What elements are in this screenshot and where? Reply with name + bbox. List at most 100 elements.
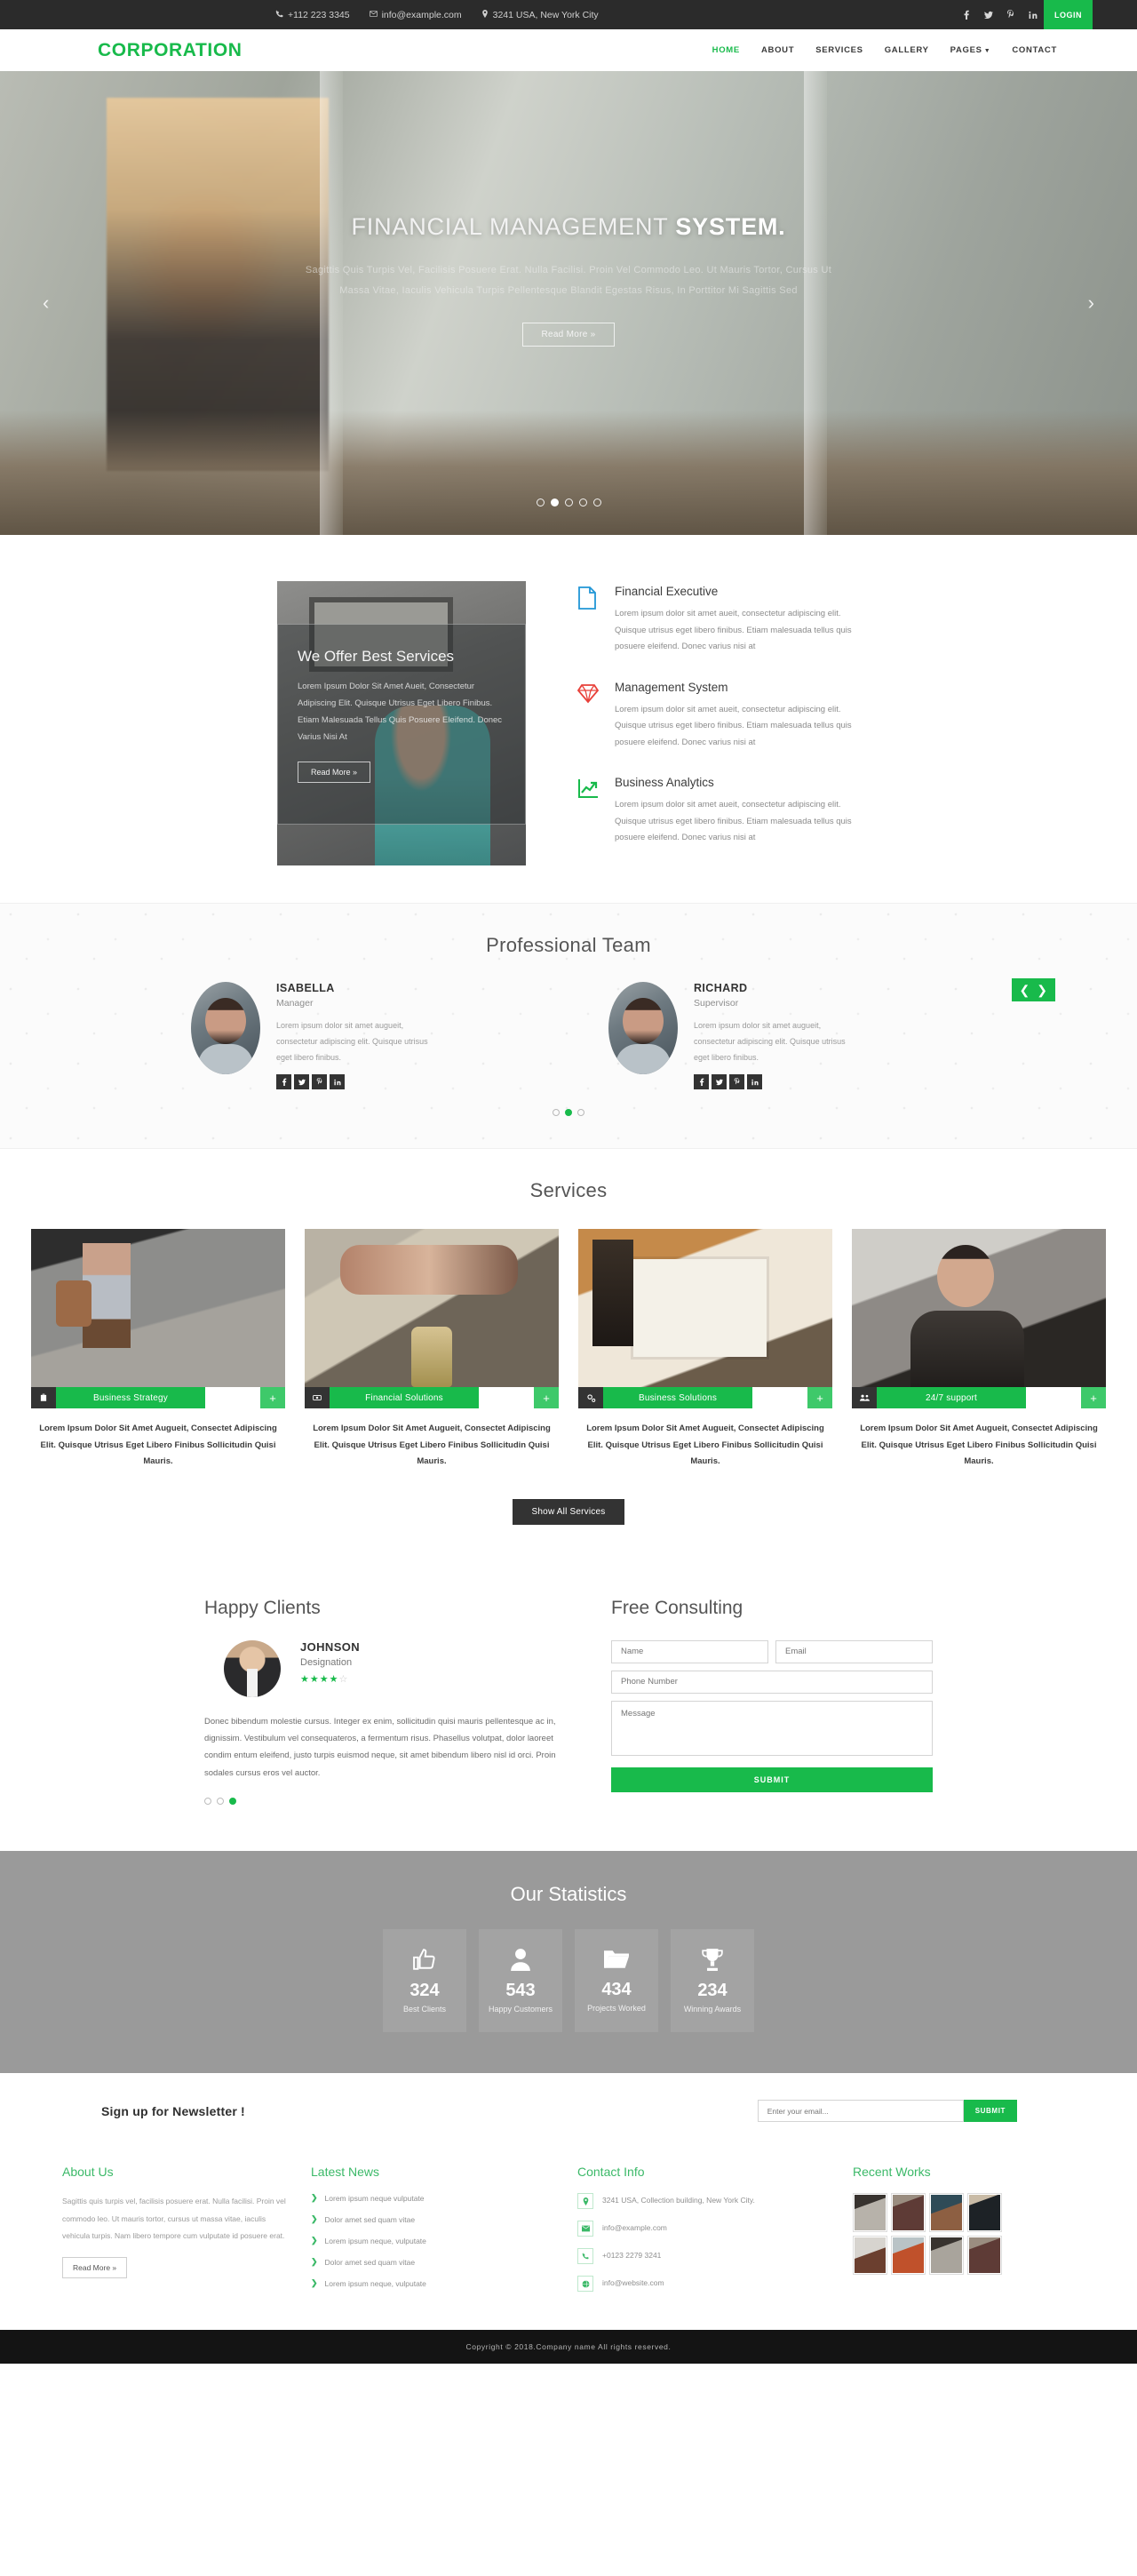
login-button[interactable]: LOGIN xyxy=(1044,0,1093,29)
footer-about-heading: About Us xyxy=(62,2165,114,2180)
service-label[interactable]: Business Strategy xyxy=(56,1387,205,1408)
service-expand-button[interactable]: + xyxy=(534,1387,559,1408)
list-item[interactable]: ❯ Lorem ipsum neque, vulputate xyxy=(311,2236,560,2245)
avatar xyxy=(191,982,260,1074)
email-field[interactable] xyxy=(775,1639,933,1663)
work-thumbnail[interactable] xyxy=(891,2236,926,2276)
newsletter-submit-button[interactable]: SUBMIT xyxy=(963,2100,1017,2123)
service-expand-button[interactable]: + xyxy=(1081,1387,1106,1408)
hero-prev-arrow[interactable]: ‹ xyxy=(43,291,49,315)
stat-label: Happy Customers xyxy=(488,2005,553,2014)
footer-news-list: ❯ Lorem ipsum neque vulputate ❯ Dolor amet… xyxy=(311,2193,560,2288)
work-thumbnail[interactable] xyxy=(891,2193,926,2233)
client-dot-3[interactable] xyxy=(229,1798,236,1806)
nav-item-services[interactable]: SERVICES xyxy=(815,45,863,55)
team-next-arrow[interactable]: ❯ xyxy=(1037,984,1047,996)
list-item[interactable]: info@website.com xyxy=(577,2276,835,2293)
service-desc: Lorem Ipsum Dolor Sit Amet Augueit, Cons… xyxy=(586,1424,824,1467)
client-dot-1[interactable] xyxy=(204,1798,211,1806)
top-bar: +112 223 3345 info@example.com 3241 USA,… xyxy=(0,0,1137,29)
hero-dot-1[interactable] xyxy=(536,498,545,506)
hero-dot-3[interactable] xyxy=(564,498,573,506)
topbar-phone[interactable]: +112 223 3345 xyxy=(275,10,350,20)
facebook-icon[interactable] xyxy=(276,1074,291,1089)
service-bar-gap xyxy=(752,1387,807,1408)
client-rating: ★★★★☆ xyxy=(300,1673,349,1685)
services-title: Services xyxy=(529,1179,608,1201)
team-dot-2[interactable] xyxy=(565,1109,572,1116)
pinterest-icon[interactable] xyxy=(312,1074,327,1089)
hero-dot-4[interactable] xyxy=(578,498,587,506)
pinterest-icon[interactable] xyxy=(999,0,1022,29)
team-dot-1[interactable] xyxy=(553,1109,560,1116)
site-logo[interactable]: CORPORATION xyxy=(44,40,243,61)
list-item[interactable]: ❯ Dolor amet sed quam vitae xyxy=(311,2214,560,2224)
service-expand-button[interactable]: + xyxy=(260,1387,285,1408)
list-item[interactable]: info@example.com xyxy=(577,2221,835,2237)
team-dot-3[interactable] xyxy=(577,1109,584,1116)
work-thumbnail[interactable] xyxy=(853,2193,887,2233)
clients-dots xyxy=(204,1798,560,1806)
message-field[interactable] xyxy=(611,1700,933,1756)
facebook-icon[interactable] xyxy=(694,1074,709,1089)
service-desc: Lorem Ipsum Dolor Sit Amet Augueit, Cons… xyxy=(39,1424,277,1467)
list-item[interactable]: ❯ Dolor amet sed quam vitae xyxy=(311,2257,560,2267)
linkedin-icon[interactable] xyxy=(747,1074,762,1089)
offer-read-more-button[interactable]: Read More » xyxy=(298,762,371,783)
pinterest-icon[interactable] xyxy=(729,1074,744,1089)
consulting-submit-button[interactable]: SUBMIT xyxy=(611,1767,933,1792)
team-prev-arrow[interactable]: ❮ xyxy=(1020,984,1030,996)
happy-clients-block: Happy Clients JOHNSON Designation ★★★★☆ … xyxy=(204,1598,560,1806)
facebook-icon[interactable] xyxy=(955,0,977,29)
work-thumbnail[interactable] xyxy=(967,2236,1002,2276)
footer-read-more-button[interactable]: Read More » xyxy=(62,2256,128,2278)
recent-works-grid xyxy=(853,2193,1075,2276)
nav-item-pages[interactable]: PAGES ▼ xyxy=(950,45,991,55)
work-thumbnail[interactable] xyxy=(967,2193,1002,2233)
service-label[interactable]: Financial Solutions xyxy=(330,1387,479,1408)
feature-text: Lorem ipsum dolor sit amet aueit, consec… xyxy=(615,704,852,747)
work-thumbnail[interactable] xyxy=(929,2236,964,2276)
chevron-right-icon: ❯ xyxy=(311,2236,318,2245)
service-expand-button[interactable]: + xyxy=(807,1387,832,1408)
twitter-icon[interactable] xyxy=(712,1074,727,1089)
nav-menu: HOME ABOUT SERVICES GALLERY PAGES ▼ CONTA… xyxy=(712,45,1093,55)
newsletter-email-input[interactable] xyxy=(757,2100,964,2123)
briefcase-icon xyxy=(31,1387,56,1408)
team-member: ISABELLA Manager Lorem ipsum dolor sit a… xyxy=(191,982,529,1089)
service-label[interactable]: Business Solutions xyxy=(603,1387,752,1408)
footer-phone: +0123 2279 3241 xyxy=(602,2251,662,2261)
hero-dots xyxy=(0,498,1137,506)
hero-dot-5[interactable] xyxy=(592,498,601,506)
money-icon xyxy=(305,1387,330,1408)
list-item[interactable]: +0123 2279 3241 xyxy=(577,2248,835,2265)
footer-website: info@website.com xyxy=(602,2278,664,2288)
newsletter-form: SUBMIT xyxy=(757,2100,1017,2123)
name-field[interactable] xyxy=(611,1639,768,1663)
nav-item-contact[interactable]: CONTACT xyxy=(1012,45,1057,55)
hero-read-more-button[interactable]: Read More » xyxy=(522,322,615,347)
linkedin-icon[interactable] xyxy=(330,1074,345,1089)
work-thumbnail[interactable] xyxy=(929,2193,964,2233)
phone-field[interactable] xyxy=(611,1670,933,1694)
work-thumbnail[interactable] xyxy=(853,2236,887,2276)
twitter-icon[interactable] xyxy=(977,0,999,29)
hero-dot-2[interactable] xyxy=(550,498,559,506)
nav-item-about[interactable]: ABOUT xyxy=(761,45,794,55)
nav-item-gallery[interactable]: GALLERY xyxy=(885,45,929,55)
folder-icon xyxy=(604,1949,629,1973)
stat-number: 543 xyxy=(505,1981,536,2001)
list-item[interactable]: ❯ Lorem ipsum neque, vulputate xyxy=(311,2278,560,2288)
service-card: Business Strategy + Lorem Ipsum Dolor Si… xyxy=(31,1229,285,1471)
linkedin-icon[interactable] xyxy=(1022,0,1044,29)
topbar-email[interactable]: info@example.com xyxy=(369,10,462,20)
twitter-icon[interactable] xyxy=(294,1074,309,1089)
client-dot-2[interactable] xyxy=(217,1798,224,1806)
hero-next-arrow[interactable]: › xyxy=(1088,291,1094,315)
topbar-contacts: +112 223 3345 info@example.com 3241 USA,… xyxy=(275,9,599,20)
service-label[interactable]: 24/7 support xyxy=(877,1387,1026,1408)
nav-item-home[interactable]: HOME xyxy=(712,45,740,55)
list-item[interactable]: ❯ Lorem ipsum neque vulputate xyxy=(311,2193,560,2203)
service-card: Financial Solutions + Lorem Ipsum Dolor … xyxy=(305,1229,559,1471)
show-all-services-button[interactable]: Show All Services xyxy=(512,1498,625,1525)
